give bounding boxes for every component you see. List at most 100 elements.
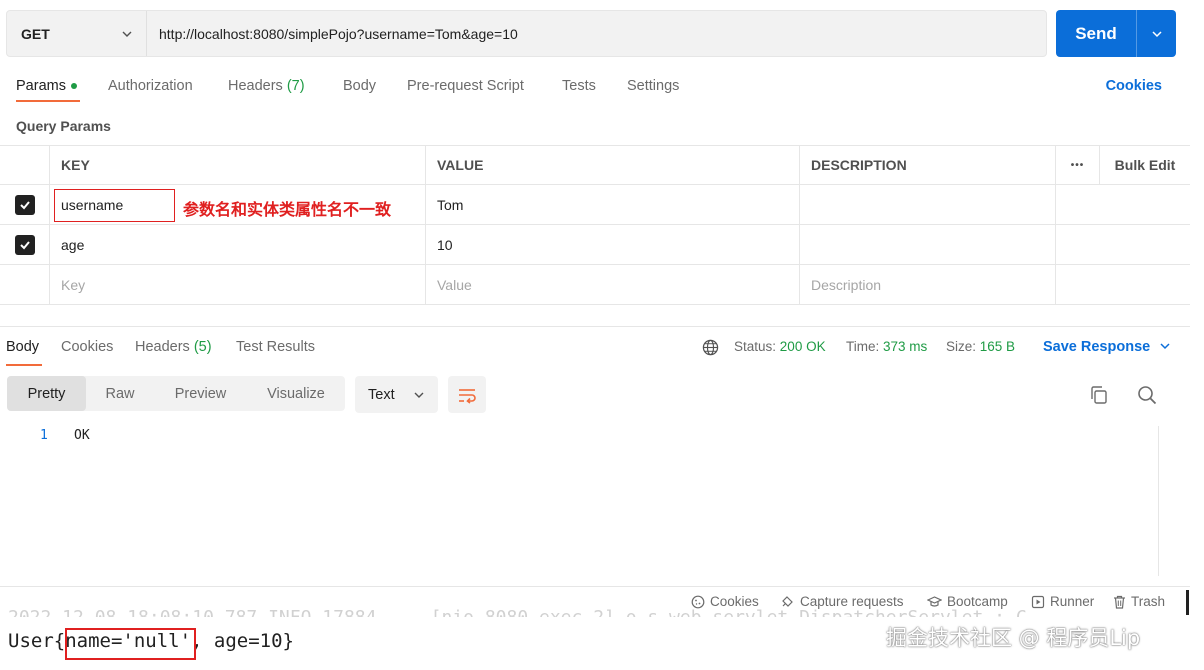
annotation-text: 参数名和实体类属性名不一致: [183, 200, 392, 219]
method-label: GET: [21, 25, 50, 42]
param-key[interactable]: age: [50, 225, 426, 264]
statusbar-label: Trash: [1131, 594, 1166, 609]
size-info[interactable]: Size: 165 B: [946, 339, 1015, 354]
response-divider: [0, 326, 1190, 327]
bulk-edit-button[interactable]: Bulk Edit: [1100, 146, 1190, 184]
tab-label: Headers: [228, 78, 283, 94]
tab-count: (5): [193, 339, 212, 355]
tab-tests[interactable]: Tests: [562, 78, 596, 94]
more-options-button[interactable]: •••: [1056, 146, 1100, 184]
tab-response-cookies[interactable]: Cookies: [61, 339, 113, 355]
status-label: Status:: [734, 339, 777, 354]
tab-body[interactable]: Body: [343, 78, 376, 94]
size-label: Size:: [946, 339, 977, 354]
chevron-down-icon: [414, 392, 424, 398]
table-row: username Tom: [0, 185, 1190, 225]
header-checkbox-cell: [0, 146, 50, 184]
table-row: age 10: [0, 225, 1190, 265]
param-description[interactable]: [800, 225, 1056, 264]
view-pretty[interactable]: Pretty: [7, 376, 86, 411]
runner-icon: [1031, 595, 1045, 608]
statusbar-runner[interactable]: Runner: [1031, 594, 1094, 609]
url-input[interactable]: http://localhost:8080/simplePojo?usernam…: [147, 26, 518, 42]
tab-test-results[interactable]: Test Results: [236, 339, 315, 355]
chevron-down-icon: [122, 31, 132, 37]
method-select[interactable]: GET: [7, 11, 147, 56]
response-tabs: Body Cookies Headers (5) Test Results St…: [0, 338, 1204, 366]
chevron-down-icon: [1160, 343, 1170, 350]
console-prefix: User{: [8, 630, 66, 652]
chevron-down-icon: [1151, 30, 1162, 37]
header-key: KEY: [50, 146, 426, 184]
param-description[interactable]: [800, 185, 1056, 224]
query-params-title: Query Params: [16, 118, 111, 134]
table-header-row: KEY VALUE DESCRIPTION ••• Bulk Edit: [0, 145, 1190, 185]
editor-scrollbar[interactable]: [1158, 426, 1159, 576]
table-row-new: Key Value Description: [0, 265, 1190, 305]
send-label: Send: [1075, 23, 1117, 43]
statusbar-trash[interactable]: Trash: [1113, 594, 1165, 609]
view-raw[interactable]: Raw: [92, 376, 148, 411]
size-value: 165 B: [979, 339, 1016, 354]
description-placeholder[interactable]: Description: [800, 265, 1056, 304]
checkmark-icon: [19, 200, 30, 209]
trash-icon: [1114, 595, 1125, 609]
time-label: Time:: [846, 339, 880, 354]
params-table: KEY VALUE DESCRIPTION ••• Bulk Edit user…: [0, 145, 1190, 305]
row-checkbox-cell: [0, 265, 50, 304]
console-log-line: 2022-12-08 18:08:10.787 INFO 17884 --- […: [8, 607, 1027, 617]
send-button[interactable]: Send: [1056, 10, 1176, 57]
params-indicator-dot: [70, 83, 77, 90]
wrap-lines-icon: [459, 388, 476, 404]
format-select[interactable]: Text: [355, 376, 438, 413]
tab-label: Params: [16, 78, 66, 94]
status-info[interactable]: Status: 200 OK: [734, 339, 826, 354]
checkbox-checked[interactable]: [14, 194, 35, 215]
window-scrollbar[interactable]: [1186, 590, 1189, 615]
time-info[interactable]: Time: 373 ms: [846, 339, 927, 354]
request-tabs: Params Authorization Headers (7) Body Pr…: [0, 74, 1204, 102]
header-description: DESCRIPTION: [800, 146, 1056, 184]
copy-icon[interactable]: [1088, 384, 1110, 406]
send-options-button[interactable]: [1137, 29, 1176, 39]
checkbox-checked[interactable]: [14, 234, 35, 255]
status-value: 200 OK: [779, 339, 826, 354]
tab-authorization[interactable]: Authorization: [108, 78, 193, 94]
view-mode-selector: Pretty Raw Preview Visualize: [7, 376, 345, 411]
tab-params[interactable]: Params: [16, 78, 77, 94]
header-value: VALUE: [426, 146, 800, 184]
tab-count: (7): [286, 78, 305, 94]
key-placeholder[interactable]: Key: [50, 265, 426, 304]
param-value[interactable]: Tom: [426, 185, 800, 224]
search-icon[interactable]: [1136, 384, 1158, 406]
wrap-lines-button[interactable]: [448, 376, 486, 413]
tab-pre-request-script[interactable]: Pre-request Script: [407, 78, 524, 94]
tab-response-body[interactable]: Body: [6, 339, 39, 355]
url-bar: GET http://localhost:8080/simplePojo?use…: [6, 10, 1047, 57]
console-annotation-box: [65, 628, 196, 660]
checkmark-icon: [19, 240, 30, 249]
watermark: 掘金技术社区 @ 程序员Lip: [886, 626, 1141, 650]
tab-headers[interactable]: Headers (7): [228, 78, 305, 94]
param-value[interactable]: 10: [426, 225, 800, 264]
console-suffix: , age=10}: [191, 630, 294, 652]
cookies-link[interactable]: Cookies: [1106, 78, 1162, 94]
tab-label: Headers: [135, 339, 190, 355]
globe-icon[interactable]: [702, 339, 719, 356]
value-placeholder[interactable]: Value: [426, 265, 800, 304]
active-tab-underline: [6, 364, 42, 366]
save-response-button[interactable]: Save Response: [1043, 339, 1170, 355]
tab-settings[interactable]: Settings: [627, 78, 679, 94]
format-label: Text: [368, 386, 395, 403]
row-checkbox-cell: [0, 225, 50, 264]
line-number: 1: [40, 428, 48, 443]
view-visualize[interactable]: Visualize: [255, 376, 337, 411]
tab-response-headers[interactable]: Headers (5): [135, 339, 212, 355]
save-response-label: Save Response: [1043, 339, 1151, 355]
annotation-box: [54, 189, 175, 222]
time-value: 373 ms: [883, 339, 928, 354]
view-preview[interactable]: Preview: [162, 376, 239, 411]
statusbar-label: Runner: [1050, 594, 1095, 609]
active-tab-underline: [16, 100, 80, 102]
row-checkbox-cell: [0, 185, 50, 224]
